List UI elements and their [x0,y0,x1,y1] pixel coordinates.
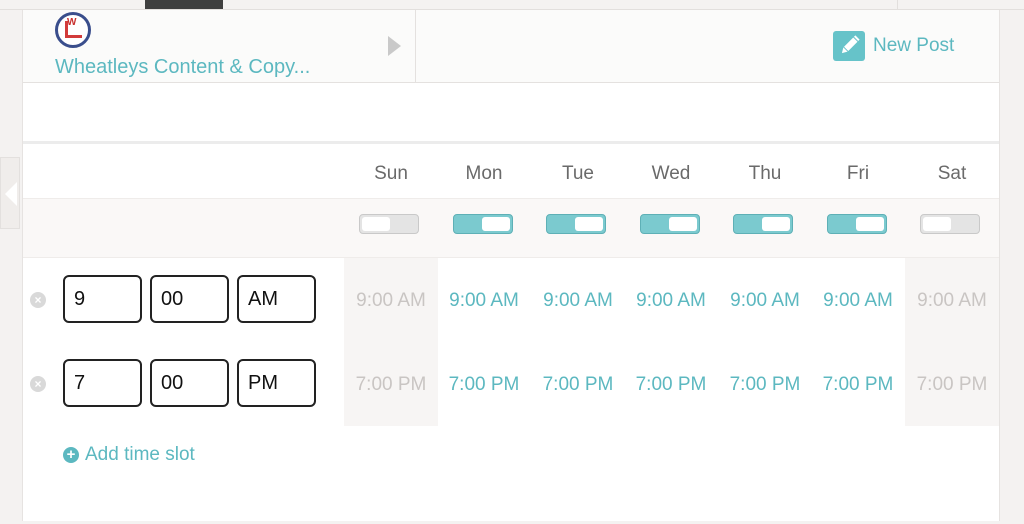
slot-time-sat: 7:00 PM [916,374,988,395]
top-tab-indicator [145,0,223,9]
slot-time-thu: 7:00 PM [729,374,801,395]
remove-slot-icon[interactable]: × [30,292,46,308]
remove-slot-icon[interactable]: × [30,376,46,392]
spacer [23,83,999,141]
new-post-label: New Post [873,35,955,56]
toggle-knob [669,217,697,231]
slot-time-sun: 7:00 PM [355,374,427,395]
slot-time-mon: 9:00 AM [449,290,519,311]
slot-time-wed: 7:00 PM [635,374,707,395]
minute-input[interactable]: 00 [150,275,229,323]
time-slot-row: × 7 00 PM 7:00 PM 7:00 PM 7:00 PM 7:00 P… [23,342,999,426]
minute-input[interactable]: 00 [150,359,229,407]
slot-time-tue: 9:00 AM [543,290,613,311]
hour-input[interactable]: 7 [63,359,142,407]
day-header-row: Sun Mon Tue Wed Thu Fri Sat [23,144,999,198]
profile-avatar: W [55,12,91,48]
pencil-icon [833,31,865,61]
collapse-sidebar-tab[interactable] [0,157,20,229]
slot-time-fri: 7:00 PM [822,374,894,395]
toggle-knob [856,217,884,231]
toggle-fri[interactable] [827,214,887,234]
slot-time-mon: 7:00 PM [448,374,520,395]
hour-input[interactable]: 9 [63,275,142,323]
toggle-knob [575,217,603,231]
day-label-sun: Sun [374,163,408,184]
toggle-mon[interactable] [453,214,513,234]
day-label-thu: Thu [748,163,782,184]
ampm-select[interactable]: PM [237,359,316,407]
day-label-mon: Mon [465,163,503,184]
new-post-button[interactable]: New Post [833,31,954,61]
toggle-wed[interactable] [640,214,700,234]
ampm-select[interactable]: AM [237,275,316,323]
panel-header: W Wheatleys Content & Copy... New Post [23,10,999,83]
time-slot-row: × 9 00 AM 9:00 AM 9:00 AM 9:00 AM 9:00 A… [23,258,999,342]
top-divider [897,0,898,9]
slot-time-sat: 9:00 AM [917,290,987,311]
schedule-grid: Sun Mon Tue Wed Thu Fri Sat × 9 00 AM 9:… [23,141,999,524]
day-label-tue: Tue [561,163,595,184]
add-time-slot-label: Add time slot [85,444,195,465]
toggle-knob [762,217,790,231]
chevron-left-icon [5,182,17,206]
day-toggle-row [23,198,999,258]
profile-selector[interactable]: W Wheatleys Content & Copy... [23,10,416,82]
add-time-slot-button[interactable]: + Add time slot [63,444,195,466]
toggle-sun[interactable] [359,214,419,234]
schedule-panel: W Wheatleys Content & Copy... New Post S… [22,10,1000,521]
slot-time-sun: 9:00 AM [356,290,426,311]
toggle-thu[interactable] [733,214,793,234]
toggle-knob [923,217,951,231]
avatar-letter: W [67,17,77,28]
plus-circle-icon: + [63,447,79,463]
day-label-wed: Wed [651,163,691,184]
slot-time-thu: 9:00 AM [730,290,800,311]
toggle-knob [482,217,510,231]
toggle-tue[interactable] [546,214,606,234]
toggle-sat[interactable] [920,214,980,234]
day-label-fri: Fri [846,163,870,184]
slot-time-fri: 9:00 AM [823,290,893,311]
toggle-knob [362,217,390,231]
slot-time-wed: 9:00 AM [636,290,706,311]
profile-name: Wheatleys Content & Copy... [55,56,311,78]
triangle-right-icon[interactable] [388,36,401,56]
day-label-sat: Sat [937,163,967,184]
slot-time-tue: 7:00 PM [542,374,614,395]
